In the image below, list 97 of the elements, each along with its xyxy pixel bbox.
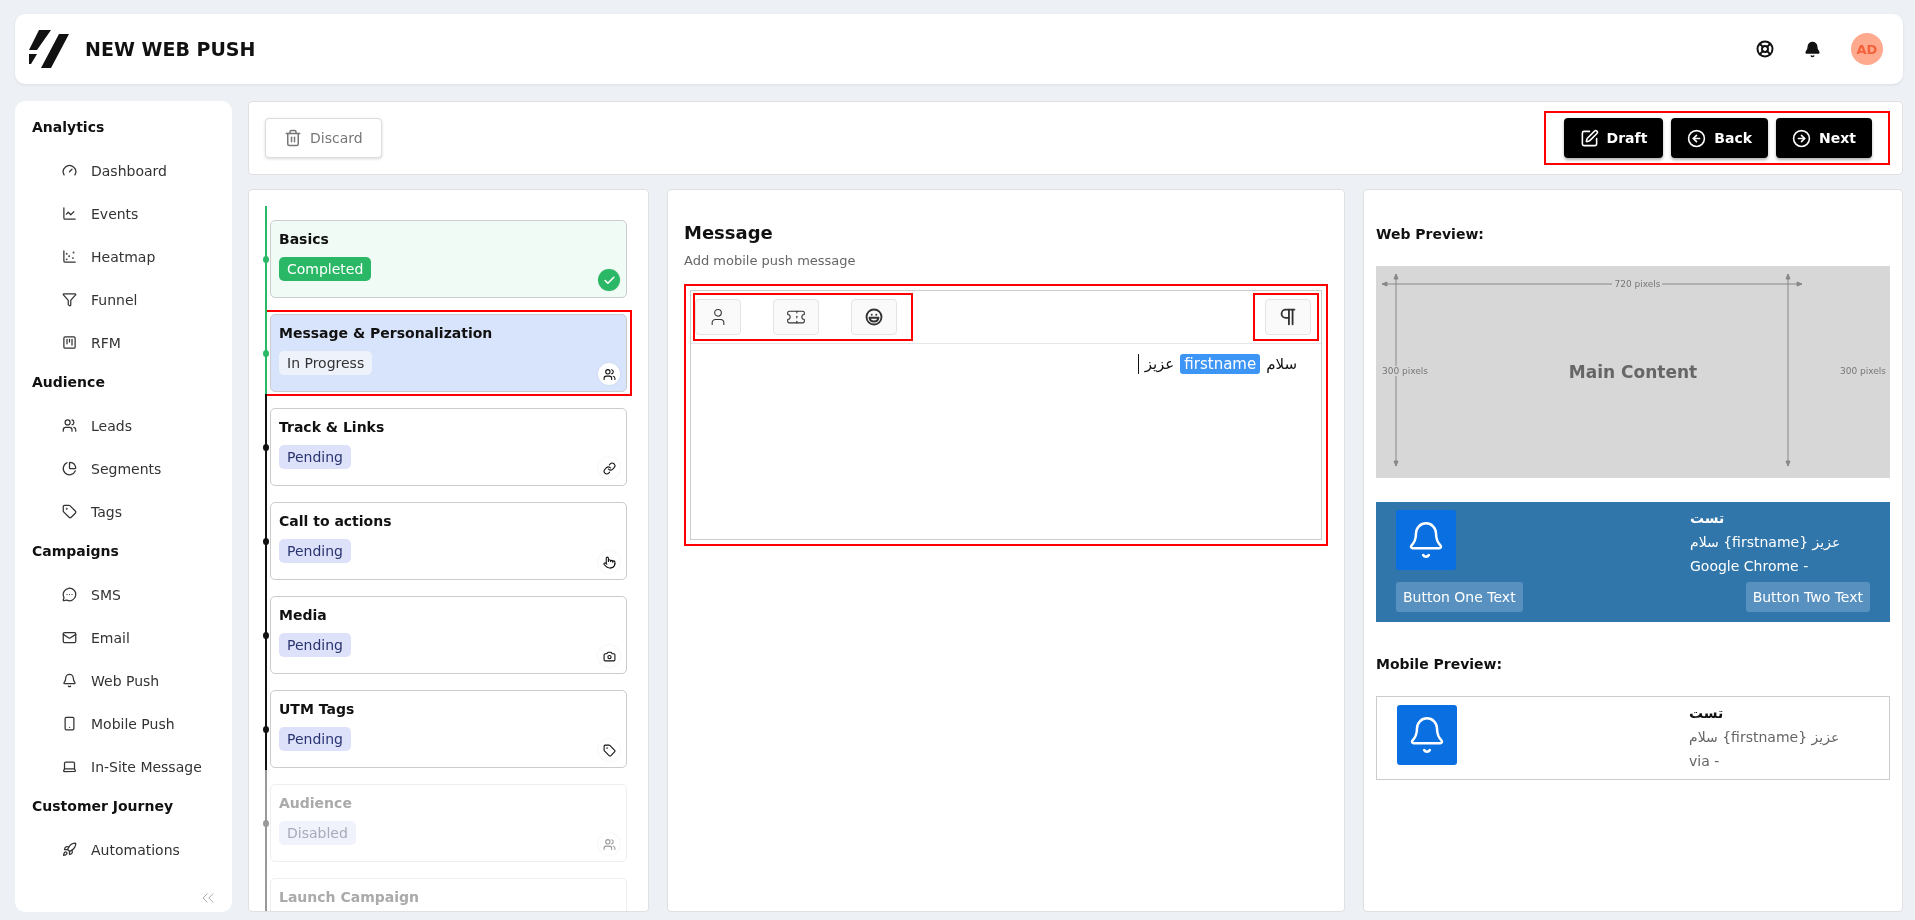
notification-title: تست bbox=[1690, 510, 1726, 526]
users-icon bbox=[598, 363, 620, 385]
action-button[interactable]: Draft bbox=[1563, 118, 1664, 158]
step-card[interactable]: Message & Personalization In Progress bbox=[270, 314, 627, 392]
section-title: Campaigns bbox=[32, 543, 120, 559]
action-button[interactable]: Next bbox=[1776, 118, 1872, 158]
dimension-label: 720 pixels bbox=[1612, 279, 1663, 289]
status-badge: Pending bbox=[279, 633, 351, 657]
section-title: Customer Journey bbox=[32, 798, 175, 814]
sidebar-item[interactable]: Tags bbox=[32, 490, 232, 533]
status-badge: Pending bbox=[279, 539, 351, 563]
notification-title: تست bbox=[1689, 705, 1725, 721]
preview-title: Mobile Preview: bbox=[1376, 656, 1504, 672]
notification-source: via - bbox=[1689, 753, 1721, 769]
sidebar-item[interactable]: Web Push bbox=[32, 659, 232, 702]
sidebar-item[interactable]: Leads bbox=[32, 404, 232, 447]
sidebar-item[interactable]: Mobile Push bbox=[32, 702, 232, 745]
sidebar-item[interactable]: Segments bbox=[32, 447, 232, 490]
step-title: Launch Campaign bbox=[279, 889, 420, 905]
rocket-icon bbox=[62, 842, 77, 857]
dimension-label: 300 pixels bbox=[1837, 366, 1888, 376]
edit-icon bbox=[1579, 128, 1599, 148]
variable-tag: firstname bbox=[1180, 354, 1261, 374]
trash-icon bbox=[284, 129, 302, 147]
status-badge: In Progress bbox=[279, 351, 373, 375]
message-text: سلام bbox=[1266, 355, 1297, 373]
step-card[interactable]: Media Pending bbox=[270, 596, 627, 674]
status-badge: Pending bbox=[279, 445, 351, 469]
section-title: Analytics bbox=[32, 119, 106, 135]
action-button[interactable]: Back bbox=[1671, 118, 1769, 158]
check-icon bbox=[598, 269, 620, 291]
step-title: Call to actions bbox=[279, 513, 393, 529]
sidebar-item[interactable]: Heatmap bbox=[32, 235, 232, 278]
step-card[interactable]: Track & Links Pending bbox=[270, 408, 627, 486]
sidebar-item[interactable]: Dashboard bbox=[32, 149, 232, 192]
scatter-icon bbox=[62, 249, 77, 264]
step-title: UTM Tags bbox=[279, 701, 356, 717]
status-badge: Disabled bbox=[279, 821, 356, 845]
notification-source: Google Chrome - bbox=[1690, 558, 1810, 574]
section-subtitle: Add mobile push message bbox=[684, 253, 857, 268]
arrow-right-icon bbox=[1792, 128, 1812, 148]
status-badge: Pending bbox=[279, 727, 351, 751]
text-cursor bbox=[1137, 354, 1139, 374]
bell-icon bbox=[1396, 510, 1456, 570]
tag-icon bbox=[62, 504, 77, 519]
pie-chart-icon bbox=[62, 461, 77, 476]
help-icon[interactable] bbox=[1756, 40, 1774, 58]
sidebar-item[interactable]: Email bbox=[32, 616, 232, 659]
sidebar-item[interactable]: Funnel bbox=[32, 278, 232, 321]
notification-icon[interactable] bbox=[1804, 40, 1821, 58]
step-title: Message & Personalization bbox=[279, 325, 494, 341]
section-title: Audience bbox=[32, 374, 106, 390]
tag-icon bbox=[598, 739, 620, 761]
bell-icon bbox=[1397, 705, 1457, 765]
text-direction-button[interactable] bbox=[1265, 299, 1311, 335]
sidebar-item[interactable]: SMS bbox=[32, 573, 232, 616]
square-icon bbox=[62, 335, 77, 350]
laptop-icon bbox=[62, 759, 77, 774]
sidebar-item[interactable]: In-Site Message bbox=[32, 745, 232, 788]
funnel-icon bbox=[62, 292, 77, 307]
mail-icon bbox=[62, 630, 77, 645]
step-title: Audience bbox=[279, 795, 353, 811]
link-icon bbox=[598, 457, 620, 479]
step-card[interactable]: Basics Completed bbox=[270, 220, 627, 298]
users-icon bbox=[62, 418, 77, 433]
step-card[interactable]: Call to actions Pending bbox=[270, 502, 627, 580]
notification-body: سلام {firstname} عزیز bbox=[1689, 729, 1841, 745]
sidebar-item[interactable]: RFM bbox=[32, 321, 232, 364]
status-badge: Completed bbox=[279, 257, 372, 281]
sidebar-item[interactable]: Automations bbox=[32, 828, 232, 871]
message-text: عزیز bbox=[1144, 355, 1175, 373]
dimension-label: 300 pixels bbox=[1380, 366, 1431, 376]
chat-icon bbox=[62, 587, 77, 602]
step-title: Track & Links bbox=[279, 419, 386, 435]
sidebar-item[interactable]: Events bbox=[32, 192, 232, 235]
preview-title: Web Preview: bbox=[1376, 226, 1485, 242]
camera-icon bbox=[598, 645, 620, 667]
line-chart-icon bbox=[62, 206, 77, 221]
notification-body: سلام {firstname} عزیز bbox=[1690, 534, 1842, 550]
ticket-button[interactable] bbox=[773, 299, 819, 335]
users-icon bbox=[598, 833, 620, 855]
user-button[interactable] bbox=[695, 299, 741, 335]
emoji-button[interactable] bbox=[851, 299, 897, 335]
step-card[interactable]: UTM Tags Pending bbox=[270, 690, 627, 768]
logo-icon bbox=[29, 30, 69, 68]
bell-icon bbox=[62, 673, 77, 688]
gauge-icon bbox=[62, 163, 77, 178]
step-title: Media bbox=[279, 607, 328, 623]
image-caption: Main Content bbox=[1568, 362, 1698, 382]
page-title: NEW WEB PUSH bbox=[85, 38, 257, 60]
smiley-icon bbox=[865, 308, 883, 326]
phone-icon bbox=[62, 716, 77, 731]
step-title: Basics bbox=[279, 231, 330, 247]
arrow-left-icon bbox=[1687, 128, 1707, 148]
pointer-icon bbox=[598, 551, 620, 573]
discard-button[interactable]: Discard bbox=[265, 118, 382, 158]
section-heading: Message bbox=[684, 222, 774, 243]
